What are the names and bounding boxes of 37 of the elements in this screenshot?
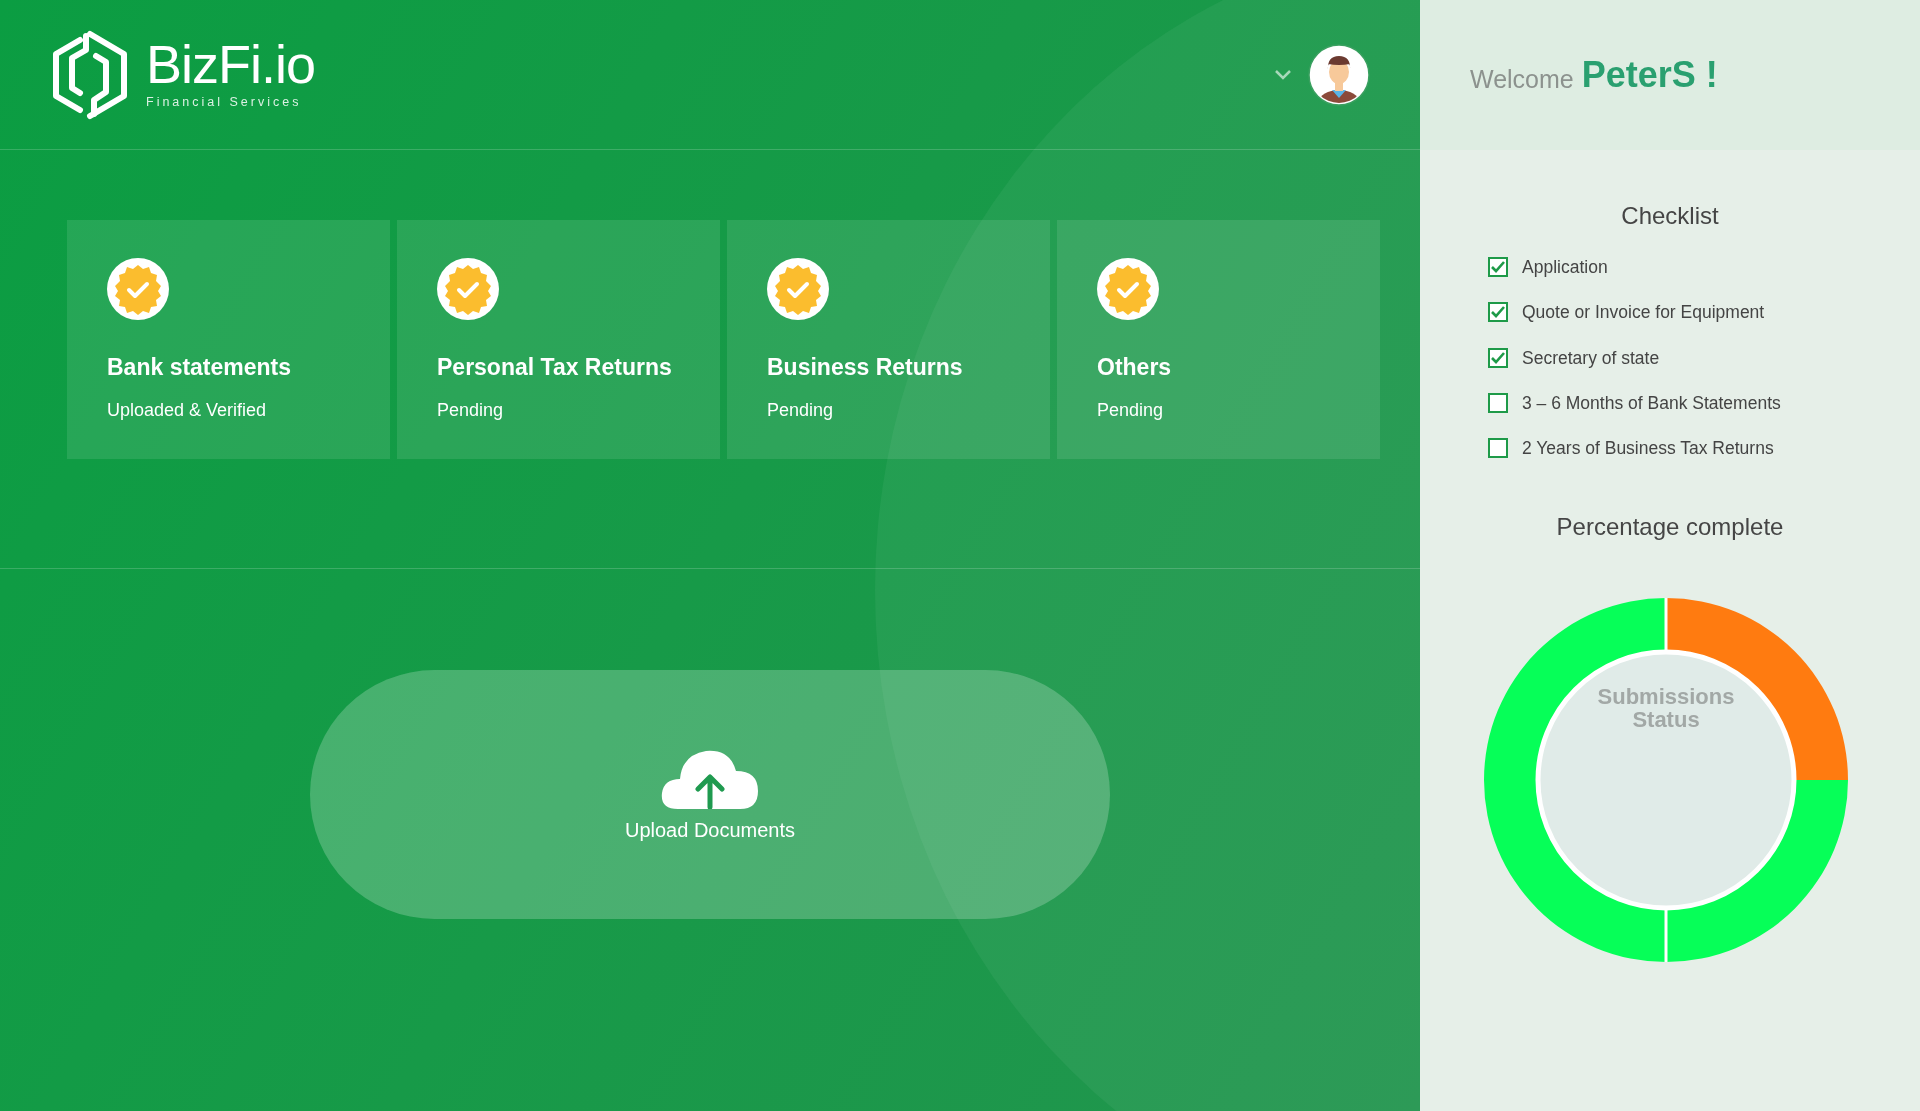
document-status: Pending <box>767 398 835 422</box>
document-status: Uploaded & Verified <box>107 398 268 422</box>
document-card[interactable]: Others Pending <box>1057 220 1380 459</box>
brand-name: BizFi.io <box>146 37 316 92</box>
progress-title: Percentage complete <box>1555 512 1785 543</box>
document-card[interactable]: Bank statements Uploaded & Verified <box>67 220 390 459</box>
verified-badge-icon <box>107 258 169 320</box>
checkbox[interactable] <box>1488 257 1508 278</box>
checklist-label: Quote or Invoice for Equipment <box>1522 301 1765 325</box>
checkbox[interactable] <box>1488 438 1508 459</box>
verified-badge-icon <box>1097 258 1159 320</box>
checklist-label: 2 Years of Business Tax Returns <box>1522 437 1774 460</box>
checklist-title: Checklist <box>1620 201 1720 231</box>
document-card[interactable]: Business Returns Pending <box>727 220 1050 459</box>
checklist-label: Application <box>1522 256 1608 279</box>
checklist-label: Secretary of state <box>1522 346 1660 370</box>
checklist-label: 3 – 6 Months of Bank Statements <box>1522 391 1781 415</box>
upload-button[interactable]: Upload Documents <box>310 670 1110 919</box>
document-status: Pending <box>1097 398 1165 422</box>
verified-badge-icon <box>437 258 499 320</box>
document-title: Personal Tax Returns <box>437 353 673 382</box>
chart-center-label: Submissions Status <box>1596 685 1736 732</box>
verified-badge-icon <box>767 258 829 320</box>
welcome-text: Welcome <box>1470 64 1574 96</box>
document-title: Business Returns <box>767 353 964 382</box>
document-status: Pending <box>437 398 505 422</box>
user-name: PeterS ! <box>1581 53 1718 97</box>
checkbox[interactable] <box>1488 392 1508 413</box>
chevron-down-icon[interactable] <box>1274 69 1292 80</box>
brand-tagline: Financial Services <box>146 94 303 112</box>
document-title: Others <box>1097 353 1173 382</box>
checkbox[interactable] <box>1488 302 1508 323</box>
avatar[interactable] <box>1308 43 1370 106</box>
checkbox[interactable] <box>1488 347 1508 368</box>
document-title: Bank statements <box>107 353 293 382</box>
logo-icon <box>50 29 130 120</box>
document-card[interactable]: Personal Tax Returns Pending <box>397 220 720 459</box>
